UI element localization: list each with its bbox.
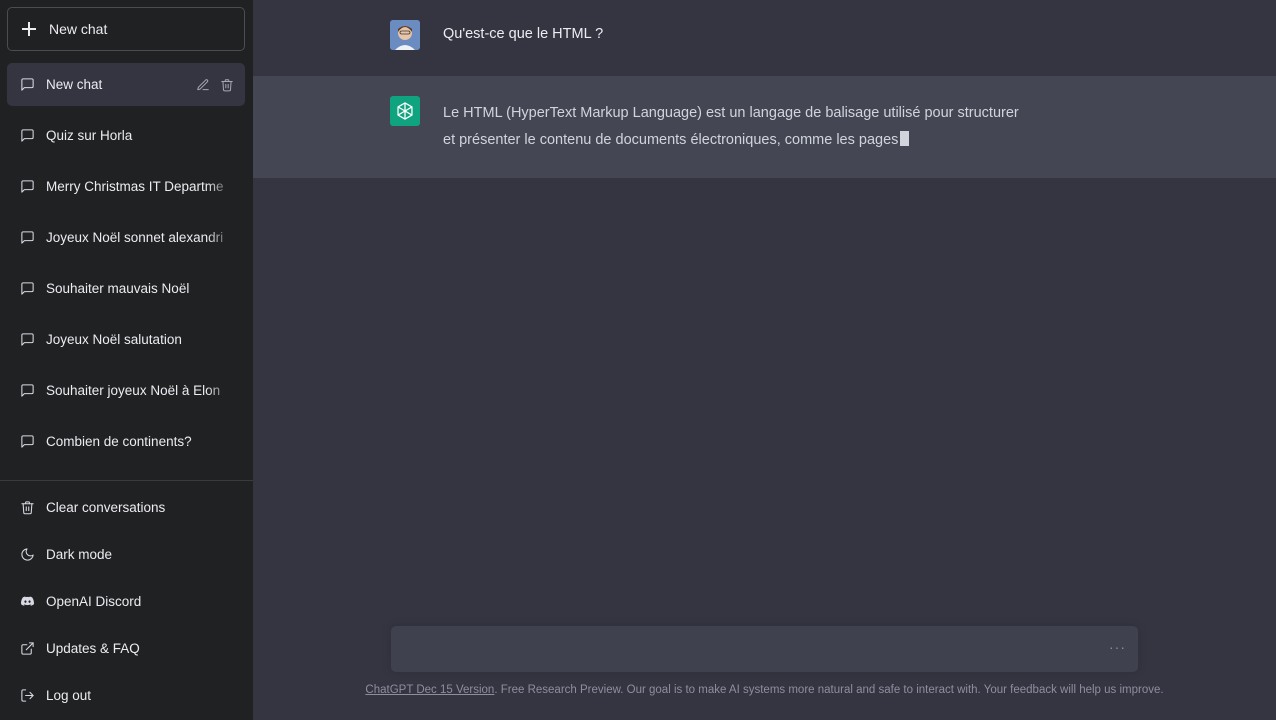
dark-mode-label: Dark mode — [46, 547, 113, 562]
conversation-item[interactable]: Joyeux Noël sonnet alexandri — [7, 216, 245, 259]
typing-cursor — [900, 131, 910, 146]
chat-bubble-icon — [19, 383, 35, 399]
new-chat-label: New chat — [49, 21, 108, 37]
updates-faq-link[interactable]: Updates & FAQ — [7, 625, 245, 672]
sidebar-menu: Clear conversations Dark mode OpenAI Dis… — [0, 484, 253, 719]
assistant-message-row: Le HTML (HyperText Markup Language) est … — [253, 76, 1276, 178]
conversation-label: New chat — [46, 77, 103, 92]
moon-icon — [19, 547, 35, 563]
chat-main: Qu'est-ce que le HTML ? Le HTML (HyperTe… — [253, 0, 1276, 720]
version-link[interactable]: ChatGPT Dec 15 Version — [365, 684, 494, 696]
user-message-text: Qu'est-ce que le HTML ? — [443, 26, 604, 42]
loading-dots-icon: ··· — [1109, 639, 1126, 655]
assistant-message-line-2: et présenter le contenu de documents éle… — [443, 127, 1093, 154]
chat-bubble-icon — [19, 77, 35, 93]
plus-icon — [22, 22, 36, 36]
message-input[interactable] — [405, 626, 1085, 672]
conversation-list: New chat Quiz sur Horla Merry Christmas … — [0, 63, 253, 471]
assistant-message-line-text: et présenter le contenu de documents éle… — [443, 132, 899, 148]
chat-bubble-icon — [19, 179, 35, 195]
user-avatar — [390, 20, 420, 50]
assistant-message-text: Le HTML (HyperText Markup Language) est … — [443, 100, 1093, 154]
conversation-item[interactable]: Souhaiter mauvais Noël — [7, 267, 245, 310]
chat-bubble-icon — [19, 128, 35, 144]
new-chat-button[interactable]: New chat — [7, 7, 245, 51]
conversation-label: Joyeux Noël salutation — [46, 332, 182, 347]
conversation-item[interactable]: Souhaiter joyeux Noël à Elon — [7, 369, 245, 412]
assistant-message-line: Le HTML (HyperText Markup Language) est … — [443, 105, 1019, 121]
footer-note-text: . Free Research Preview. Our goal is to … — [494, 684, 1164, 696]
log-out-button[interactable]: Log out — [7, 672, 245, 719]
edit-icon[interactable] — [195, 77, 211, 93]
message-composer[interactable]: ··· — [391, 626, 1138, 672]
conversation-item[interactable]: Merry Christmas IT Departme — [7, 165, 245, 208]
conversation-label: Souhaiter joyeux Noël à Elon — [46, 383, 221, 398]
sidebar: New chat New chat Quiz sur Horla Merry C… — [0, 0, 253, 720]
chat-bubble-icon — [19, 332, 35, 348]
footer-disclaimer: ChatGPT Dec 15 Version. Free Research Pr… — [253, 684, 1276, 696]
updates-faq-label: Updates & FAQ — [46, 641, 140, 656]
chat-bubble-icon — [19, 230, 35, 246]
logout-icon — [19, 688, 35, 704]
trash-icon[interactable] — [219, 77, 235, 93]
clear-conversations-label: Clear conversations — [46, 500, 166, 515]
external-link-icon — [19, 641, 35, 657]
openai-logo-icon — [390, 96, 420, 126]
log-out-label: Log out — [46, 688, 92, 703]
conversation-item[interactable]: Combien de continents? — [7, 420, 245, 463]
discord-icon — [19, 594, 35, 610]
conversation-label: Joyeux Noël sonnet alexandri — [46, 230, 224, 245]
conversation-item[interactable]: New chat — [7, 63, 245, 106]
user-message-row: Qu'est-ce que le HTML ? — [253, 0, 1276, 76]
chat-bubble-icon — [19, 434, 35, 450]
chat-bubble-icon — [19, 281, 35, 297]
sidebar-divider — [0, 480, 253, 481]
conversation-item[interactable]: Quiz sur Horla — [7, 114, 245, 157]
openai-discord-link[interactable]: OpenAI Discord — [7, 578, 245, 625]
dark-mode-button[interactable]: Dark mode — [7, 531, 245, 578]
clear-conversations-button[interactable]: Clear conversations — [7, 484, 245, 531]
conversation-label: Merry Christmas IT Departme — [46, 179, 224, 194]
conversation-item[interactable]: Joyeux Noël salutation — [7, 318, 245, 361]
openai-discord-label: OpenAI Discord — [46, 594, 142, 609]
trash-icon — [19, 500, 35, 516]
conversation-label: Souhaiter mauvais Noël — [46, 281, 190, 296]
conversation-label: Combien de continents? — [46, 434, 192, 449]
conversation-label: Quiz sur Horla — [46, 128, 133, 143]
